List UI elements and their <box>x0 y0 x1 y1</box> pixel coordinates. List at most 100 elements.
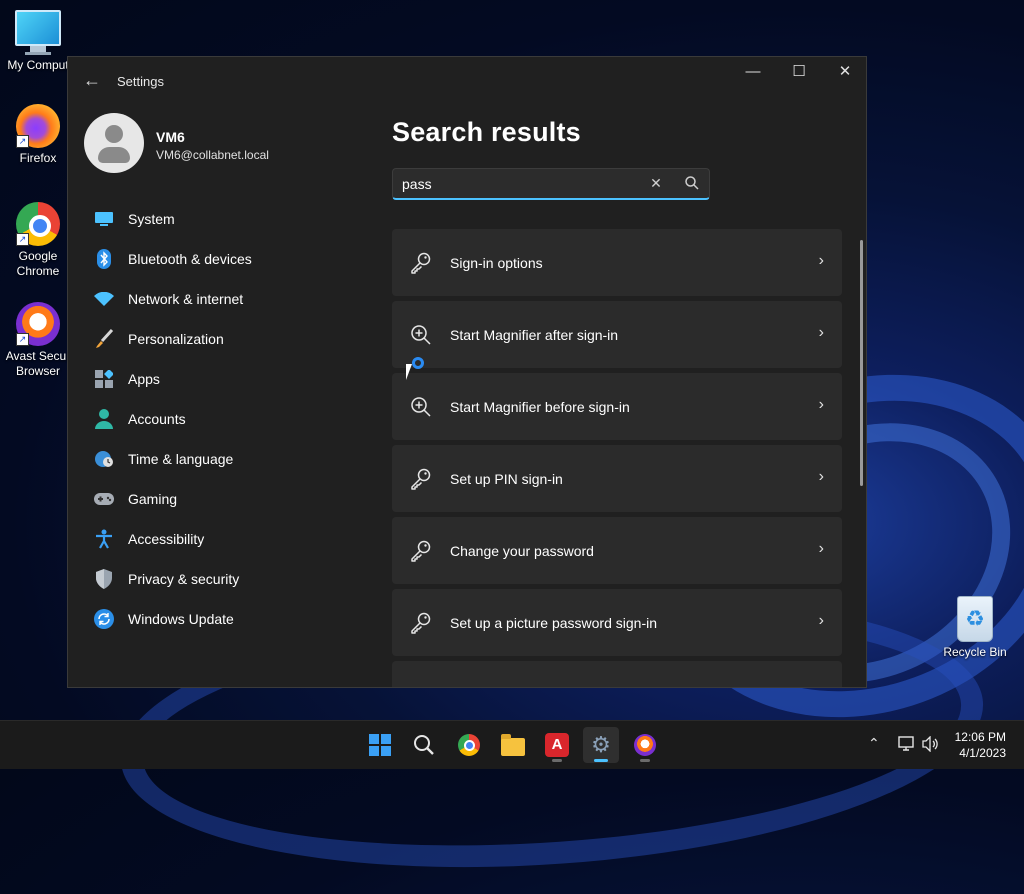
sidebar-item-label: Apps <box>128 371 160 387</box>
result-label: Start Magnifier after sign-in <box>450 327 619 343</box>
sidebar-item-label: Bluetooth & devices <box>128 251 252 267</box>
system-icon <box>94 209 114 229</box>
taskbar-start-button[interactable] <box>362 727 398 763</box>
search-icon <box>414 735 434 755</box>
sidebar-item-label: Accounts <box>128 411 186 427</box>
search-result-picture-password[interactable]: Set up a picture password sign-in › <box>392 589 842 656</box>
sidebar-item-network[interactable]: Network & internet <box>84 279 384 319</box>
desktop-icon-label: Recycle Bin <box>943 645 1007 659</box>
result-label: Change your password <box>450 543 594 559</box>
sidebar-item-system[interactable]: System <box>84 199 384 239</box>
search-result-partial[interactable] <box>392 661 842 687</box>
volume-control[interactable] <box>922 735 940 755</box>
sidebar-item-label: Gaming <box>128 491 178 507</box>
sidebar-item-accessibility[interactable]: Accessibility <box>84 519 384 559</box>
avatar-head <box>105 125 123 143</box>
search-result-magnifier-after[interactable]: Start Magnifier after sign-in › <box>392 301 842 368</box>
taskbar-clock[interactable]: 12:06 PM 4/1/2023 <box>955 729 1006 761</box>
taskbar-search-button[interactable] <box>406 727 442 763</box>
avast-icon: ↗ <box>16 302 60 346</box>
tray-overflow-button[interactable]: ⌃ <box>868 735 880 752</box>
maximize-button[interactable]: ☐ <box>776 57 822 89</box>
back-button[interactable]: ← <box>80 69 104 93</box>
taskbar-file-explorer[interactable] <box>495 727 531 763</box>
taskbar-chrome[interactable] <box>451 727 487 763</box>
window-title: Settings <box>117 74 164 89</box>
close-icon: ✕ <box>838 63 852 80</box>
sidebar-item-accounts[interactable]: Accounts <box>84 399 384 439</box>
search-result-set-up-pin[interactable]: Set up PIN sign-in › <box>392 445 842 512</box>
key-icon <box>411 252 431 274</box>
taskbar-settings[interactable]: ⚙ <box>583 727 619 763</box>
taskbar: A ⚙ ⌃ 12:06 PM 4/1/2023 <box>0 720 1024 769</box>
profile-email: VM6@collabnet.local <box>156 148 269 162</box>
title-bar[interactable]: ← Settings — ☐ ✕ <box>68 57 866 103</box>
busy-spinner-icon <box>412 357 424 369</box>
sidebar-item-time-language[interactable]: Time & language <box>84 439 384 479</box>
wifi-icon <box>94 289 114 309</box>
scrollbar-thumb[interactable] <box>860 240 863 486</box>
accessibility-icon <box>94 529 114 549</box>
maximize-icon: ☐ <box>792 63 806 80</box>
clear-search-button[interactable]: ✕ <box>647 174 665 192</box>
search-results-list: Sign-in options › Start Magnifier after … <box>392 229 842 687</box>
sidebar-item-label: Personalization <box>128 331 224 347</box>
key-icon <box>411 468 431 490</box>
start-icon <box>369 734 391 756</box>
running-indicator <box>640 759 650 762</box>
minimize-icon: — <box>745 63 761 80</box>
network-status[interactable] <box>898 736 916 755</box>
accounts-icon <box>94 409 114 429</box>
sidebar-item-windows-update[interactable]: Windows Update <box>84 599 384 639</box>
search-box[interactable]: ✕ <box>392 168 710 200</box>
chevron-right-icon: › <box>818 252 824 269</box>
settings-icon: ⚙ <box>591 732 611 757</box>
avira-icon: A <box>545 733 569 757</box>
taskbar-avast[interactable] <box>627 727 663 763</box>
desktop-icon-firefox[interactable]: ↗ Firefox <box>0 104 76 166</box>
sidebar-item-privacy-security[interactable]: Privacy & security <box>84 559 384 599</box>
sidebar-item-apps[interactable]: Apps <box>84 359 384 399</box>
search-result-sign-in-options[interactable]: Sign-in options › <box>392 229 842 296</box>
speaker-icon <box>922 735 938 753</box>
gamepad-icon <box>94 489 114 509</box>
sidebar-item-label: Windows Update <box>128 611 234 627</box>
key-icon <box>411 540 431 562</box>
chevron-right-icon: › <box>818 324 824 341</box>
desktop-icon-chrome[interactable]: ↗ Google Chrome <box>0 202 76 279</box>
avatar[interactable] <box>84 113 144 173</box>
chevron-right-icon: › <box>818 612 824 629</box>
apps-icon <box>94 369 114 389</box>
shortcut-arrow-icon: ↗ <box>16 135 29 148</box>
firefox-icon: ↗ <box>16 104 60 148</box>
chrome-icon: ↗ <box>16 202 60 246</box>
sidebar-item-bluetooth[interactable]: Bluetooth & devices <box>84 239 384 279</box>
running-indicator <box>552 759 562 762</box>
clock-date: 4/1/2023 <box>959 746 1006 760</box>
network-icon <box>898 736 914 751</box>
sidebar-nav: System Bluetooth & devices Network & int… <box>84 199 384 639</box>
sidebar-item-label: Time & language <box>128 451 234 467</box>
minimize-button[interactable]: — <box>730 57 776 89</box>
shortcut-arrow-icon: ↗ <box>16 333 29 346</box>
sidebar-item-gaming[interactable]: Gaming <box>84 479 384 519</box>
sidebar-item-personalization[interactable]: Personalization <box>84 319 384 359</box>
desktop-icon-recycle-bin[interactable]: ♻ Recycle Bin <box>937 596 1013 660</box>
shield-icon <box>94 569 114 589</box>
computer-icon <box>0 10 76 55</box>
close-button[interactable]: ✕ <box>822 57 866 89</box>
search-result-change-password[interactable]: Change your password › <box>392 517 842 584</box>
result-label: Start Magnifier before sign-in <box>450 399 630 415</box>
magnifier-icon <box>411 397 431 417</box>
globe-clock-icon <box>94 449 114 469</box>
taskbar-avira[interactable]: A <box>539 727 575 763</box>
search-input[interactable] <box>402 174 632 194</box>
search-result-magnifier-before[interactable]: Start Magnifier before sign-in › <box>392 373 842 440</box>
chevron-up-icon: ⌃ <box>868 735 880 751</box>
search-icon[interactable] <box>684 175 700 191</box>
sidebar-item-label: System <box>128 211 175 227</box>
desktop-icon-my-computer[interactable]: My Comput <box>0 10 76 73</box>
shortcut-arrow-icon: ↗ <box>16 233 29 246</box>
file-explorer-icon <box>501 734 525 756</box>
desktop-icon-avast[interactable]: ↗ Avast Secur Browser <box>0 302 76 379</box>
